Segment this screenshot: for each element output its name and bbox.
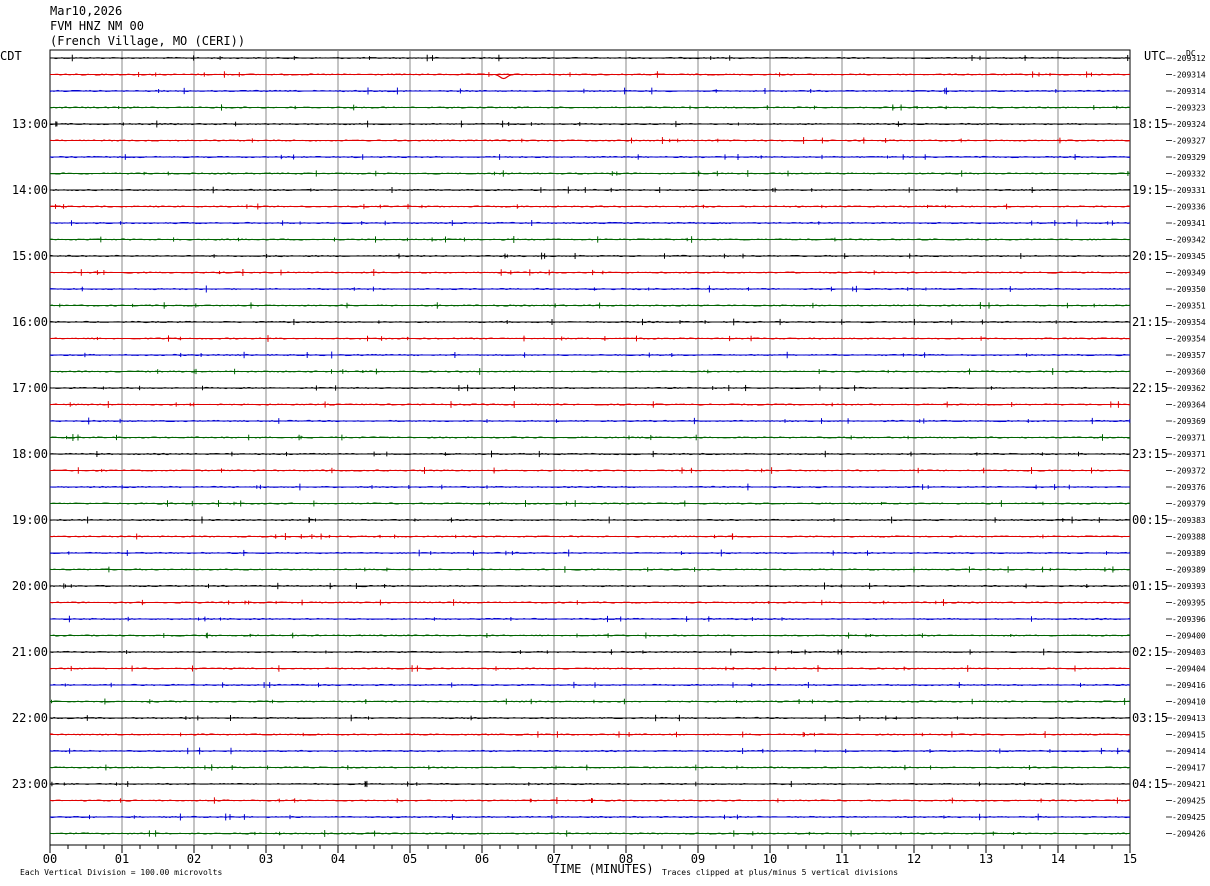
dc-offset-label: -209351 bbox=[1172, 302, 1206, 311]
right-hour-label: 01:15 bbox=[1132, 579, 1168, 593]
dc-offset-label: -209354 bbox=[1172, 318, 1206, 327]
dc-offset-label: -209372 bbox=[1172, 467, 1206, 476]
dc-offset-label: -209426 bbox=[1172, 830, 1206, 839]
dc-offset-label: -209349 bbox=[1172, 269, 1206, 278]
right-timezone-label: UTC bbox=[1144, 49, 1166, 63]
dc-offset-label: -209389 bbox=[1172, 549, 1206, 558]
seismic-traces bbox=[49, 54, 1131, 837]
x-tick-label: 11 bbox=[835, 852, 849, 866]
right-hour-label: 03:15 bbox=[1132, 711, 1168, 725]
x-tick-label: 12 bbox=[907, 852, 921, 866]
dc-offset-label: -209331 bbox=[1172, 186, 1206, 195]
dc-offset-label: -209389 bbox=[1172, 566, 1206, 575]
plot-frame bbox=[49, 49, 1131, 846]
right-hour-label: 20:15 bbox=[1132, 249, 1168, 263]
dc-offset-label: -209414 bbox=[1172, 747, 1206, 756]
dc-offset-label: -209342 bbox=[1172, 236, 1206, 245]
x-tick-label: 09 bbox=[691, 852, 705, 866]
dc-offset-label: -209354 bbox=[1172, 335, 1206, 344]
x-tick-label: 06 bbox=[475, 852, 489, 866]
dc-offset-label: -209314 bbox=[1172, 71, 1206, 80]
dc-offset-label: -209393 bbox=[1172, 582, 1206, 591]
dc-offset-label: -209371 bbox=[1172, 450, 1206, 459]
dc-offset-label: -209376 bbox=[1172, 483, 1206, 492]
right-hour-label: 02:15 bbox=[1132, 645, 1168, 659]
dc-offset-label: -209400 bbox=[1172, 632, 1206, 641]
dc-offset-label: -209357 bbox=[1172, 351, 1206, 360]
dc-offset-label: -209360 bbox=[1172, 368, 1206, 377]
dc-offset-label: -209345 bbox=[1172, 252, 1206, 261]
seismic-event bbox=[495, 74, 514, 80]
dc-offset-label: -209323 bbox=[1172, 104, 1206, 113]
dc-offset-label: -209425 bbox=[1172, 813, 1206, 822]
dc-offset-label: -209329 bbox=[1172, 153, 1206, 162]
right-hour-label: 19:15 bbox=[1132, 183, 1168, 197]
footer-scale-note: Each Vertical Division = 100.00 microvol… bbox=[20, 868, 222, 877]
dc-offset-label: -209327 bbox=[1172, 137, 1206, 146]
left-hour-label: 15:00 bbox=[12, 249, 48, 263]
right-hour-label: 00:15 bbox=[1132, 513, 1168, 527]
helicorder-plot: 00 01 02 03 04 05 06 07 08 09 10 11 12 13 14 15-209312-… bbox=[0, 49, 1206, 877]
dc-offset-label: -209341 bbox=[1172, 219, 1206, 228]
left-timezone-label: CDT bbox=[0, 49, 22, 63]
x-tick-label: 05 bbox=[403, 852, 417, 866]
x-tick-label: 14 bbox=[1051, 852, 1065, 866]
x-tick-label: 00 bbox=[43, 852, 57, 866]
dc-offset-label: -209410 bbox=[1172, 698, 1206, 707]
left-hour-label: 20:00 bbox=[12, 579, 48, 593]
dc-offset-label: -209395 bbox=[1172, 599, 1206, 608]
left-hour-label: 18:00 bbox=[12, 447, 48, 461]
x-tick-label: 01 bbox=[115, 852, 129, 866]
dc-offset-label: -209314 bbox=[1172, 87, 1206, 96]
right-hour-label: 23:15 bbox=[1132, 447, 1168, 461]
dc-offset-label: -209421 bbox=[1172, 780, 1206, 789]
dc-offset-label: -209324 bbox=[1172, 120, 1206, 129]
x-tick-label: 04 bbox=[331, 852, 345, 866]
dc-offset-label: -209379 bbox=[1172, 500, 1206, 509]
dc-offset-label: -209350 bbox=[1172, 285, 1206, 294]
right-hour-label: 04:15 bbox=[1132, 777, 1168, 791]
dc-offset-label: -209415 bbox=[1172, 731, 1206, 740]
dc-offset-label: -209362 bbox=[1172, 384, 1206, 393]
left-hour-label: 23:00 bbox=[12, 777, 48, 791]
x-tick-label: 13 bbox=[979, 852, 993, 866]
right-hour-label: 21:15 bbox=[1132, 315, 1168, 329]
dc-offset-label: -209416 bbox=[1172, 681, 1206, 690]
dc-offset-label: -209396 bbox=[1172, 615, 1206, 624]
dc-offset-label: -209383 bbox=[1172, 516, 1206, 525]
dc-offset-label: -209364 bbox=[1172, 401, 1206, 410]
left-hour-label: 17:00 bbox=[12, 381, 48, 395]
dc-offset-label: -209332 bbox=[1172, 170, 1206, 179]
dc-header-label: DC bbox=[1186, 49, 1196, 58]
x-tick-label: 02 bbox=[187, 852, 201, 866]
dc-offset-label: -209404 bbox=[1172, 665, 1206, 674]
left-hour-label: 13:00 bbox=[12, 117, 48, 131]
dc-offset-label: -209371 bbox=[1172, 434, 1206, 443]
dc-offset-label: -209425 bbox=[1172, 797, 1206, 806]
left-hour-label: 14:00 bbox=[12, 183, 48, 197]
time-grid bbox=[49, 49, 1131, 853]
dc-offset-label: -209413 bbox=[1172, 714, 1206, 723]
left-hour-label: 19:00 bbox=[12, 513, 48, 527]
x-tick-label: 03 bbox=[259, 852, 273, 866]
left-hour-label: 21:00 bbox=[12, 645, 48, 659]
x-tick-label: 10 bbox=[763, 852, 777, 866]
left-hour-label: 16:00 bbox=[12, 315, 48, 329]
x-tick-label: 15 bbox=[1123, 852, 1137, 866]
footer-clip-note: Traces clipped at plus/minus 5 vertical … bbox=[662, 868, 898, 877]
right-hour-label: 22:15 bbox=[1132, 381, 1168, 395]
left-hour-label: 22:00 bbox=[12, 711, 48, 725]
dc-offset-label: -209388 bbox=[1172, 533, 1206, 542]
dc-offset-label: -209336 bbox=[1172, 203, 1206, 212]
dc-offset-label: -209369 bbox=[1172, 417, 1206, 426]
dc-offset-label: -209417 bbox=[1172, 764, 1206, 773]
right-hour-label: 18:15 bbox=[1132, 117, 1168, 131]
x-axis-label: TIME (MINUTES) bbox=[552, 862, 653, 876]
dc-offset-label: -209403 bbox=[1172, 648, 1206, 657]
